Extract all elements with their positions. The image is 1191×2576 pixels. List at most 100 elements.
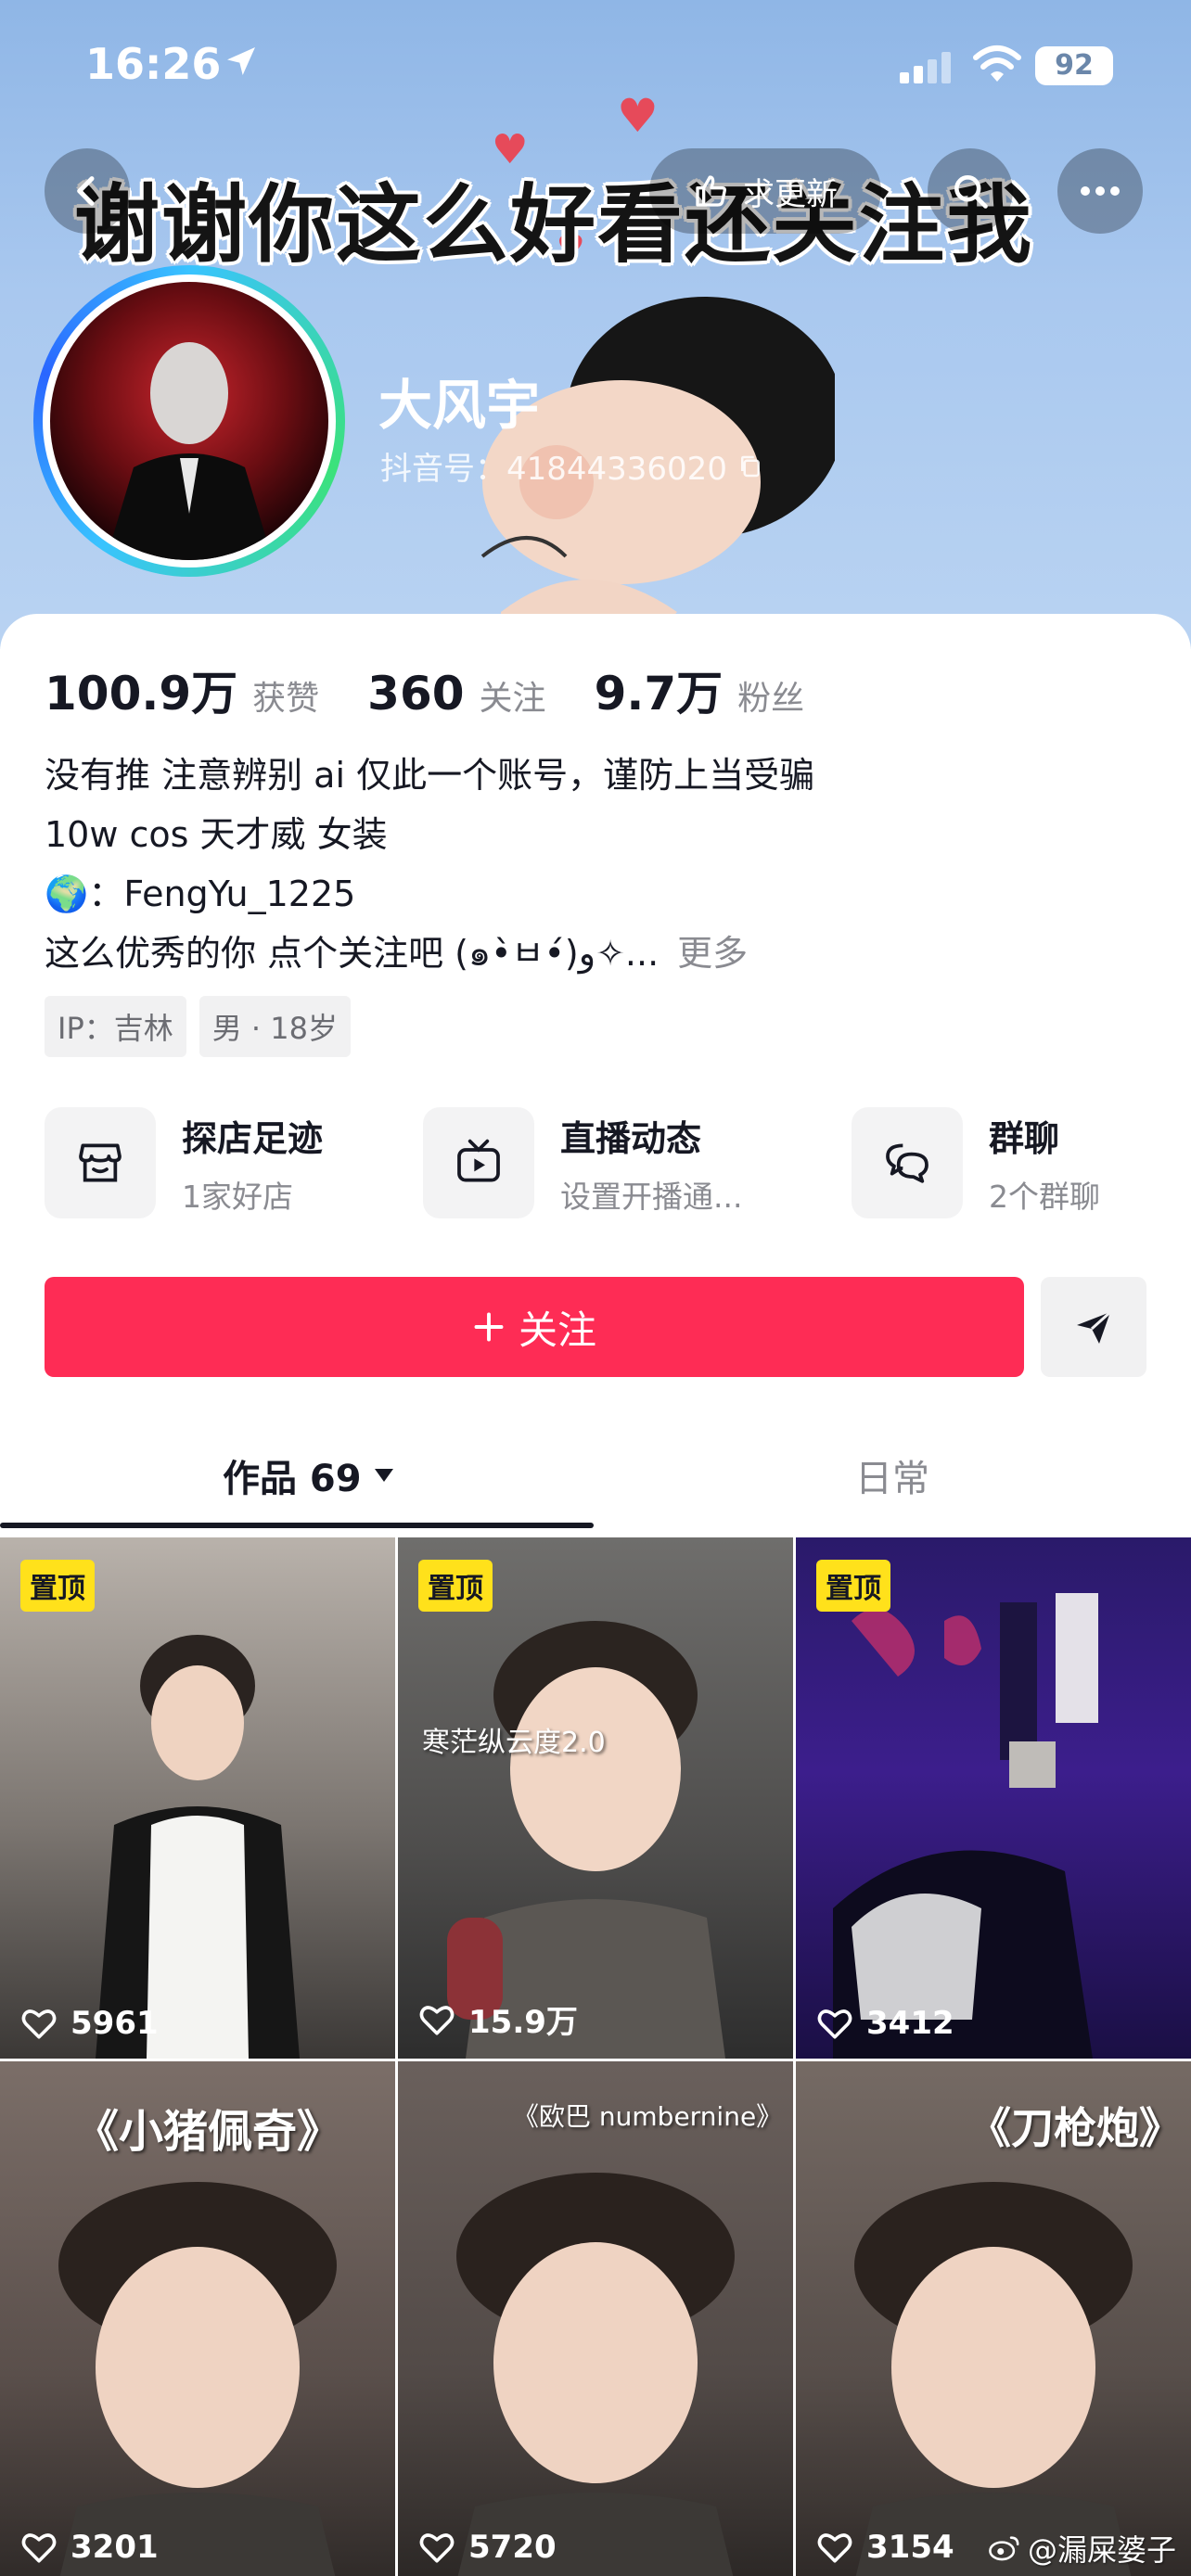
feature-row: 探店足迹 1家好店 直播动态 设置开播通... 群聊 2个群聊: [45, 1107, 1158, 1218]
thumbnail-person: [447, 1621, 725, 2059]
weibo-logo-icon: [989, 2536, 1019, 2561]
stat-followers[interactable]: 9.7万 粉丝: [595, 657, 805, 723]
video-thumbnail[interactable]: 《欧巴 numbernine》 5720: [398, 2061, 793, 2576]
watermark-text: @漏屎婆子: [1027, 2532, 1176, 2568]
copy-icon[interactable]: [736, 453, 764, 480]
plus-icon: [474, 1312, 504, 1342]
chevron-left-icon: [77, 176, 95, 206]
heart-outline-icon: [21, 2533, 57, 2563]
avatar: [50, 282, 328, 560]
profile-card: 100.9万 获赞 360 关注 9.7万 粉丝 没有推 注意辨别 ai 仅此一…: [0, 614, 1191, 2576]
active-tab-indicator: [0, 1523, 594, 1528]
video-thumbnail[interactable]: 《小猪佩奇》 3201: [0, 2061, 395, 2576]
douyin-id: 抖音号：41844336020: [380, 443, 764, 489]
feature-icon-box: [852, 1107, 963, 1218]
video-title: 《小猪佩奇》: [74, 2106, 342, 2158]
feature-title: 群聊: [989, 1117, 1060, 1159]
search-button[interactable]: [928, 148, 1013, 234]
feature-subtitle: 2个群聊: [989, 1178, 1100, 1215]
send-message-button[interactable]: [1041, 1277, 1146, 1377]
stat-value: 360: [367, 667, 465, 721]
tab-works-label: 作品 69: [223, 1458, 362, 1500]
search-icon: [954, 175, 988, 209]
bio-line: 这么优秀的你 点个关注吧 (๑•̀ㅂ•́)و✧...: [45, 933, 660, 974]
thumbnail-person: [854, 2182, 1133, 2576]
request-update-label: 求更新: [743, 175, 838, 213]
profile-tags: IP：吉林 男 · 18岁: [45, 996, 351, 1057]
heart-outline-icon: [817, 2009, 852, 2039]
bio-line: 10w cos 天才威 女装: [45, 814, 388, 855]
back-button[interactable]: [45, 148, 130, 234]
stat-following[interactable]: 360 关注: [367, 667, 545, 721]
video-likes: 3154: [816, 2529, 954, 2566]
follow-button[interactable]: 关注: [45, 1277, 1024, 1377]
video-likes-count: 15.9万: [468, 2004, 578, 2041]
avatar-ring[interactable]: [33, 265, 345, 577]
pinned-badge: 置顶: [418, 1560, 493, 1612]
feature-subtitle: 设置开播通...: [560, 1178, 743, 1215]
video-likes-count: 5720: [468, 2529, 557, 2566]
heart-outline-icon: [817, 2533, 852, 2563]
stat-likes[interactable]: 100.9万 获赞: [45, 657, 319, 723]
battery-indicator: 92: [1035, 46, 1113, 85]
avatar-figure: [106, 342, 273, 560]
status-time: 16:26: [85, 39, 222, 89]
bio-more-link[interactable]: 更多: [677, 933, 748, 974]
feature-title: 直播动态: [560, 1117, 702, 1159]
video-likes: 5961: [20, 2005, 159, 2042]
pinned-badge: 置顶: [816, 1560, 890, 1612]
feature-text: 群聊 2个群聊: [989, 1110, 1100, 1217]
location-arrow-icon: [227, 47, 255, 75]
video-title: 《刀枪炮》: [968, 2103, 1182, 2153]
store-icon: [79, 1143, 122, 1182]
video-title: 《欧巴 numbernine》: [513, 2101, 783, 2132]
request-update-button[interactable]: 求更新: [649, 148, 881, 234]
more-button[interactable]: [1057, 148, 1143, 234]
stat-value: 100.9万: [45, 667, 238, 721]
more-dots-icon: [1081, 186, 1120, 196]
feature-icon-box: [423, 1107, 534, 1218]
chat-bubbles-icon: [886, 1143, 928, 1183]
video-thumbnail[interactable]: 《刀枪炮》 3154 @漏屎婆子: [796, 2061, 1191, 2576]
status-bar: 16:26 92: [0, 0, 1191, 130]
wifi-icon: [973, 45, 1021, 82]
thumbnail-person: [58, 2182, 337, 2576]
video-likes: 3201: [20, 2529, 159, 2566]
bio-line: 没有推 注意辨别 ai 仅此一个账号，谨防上当受骗: [45, 755, 815, 796]
profile-name: 大风宇: [378, 374, 541, 437]
stats-row: 100.9万 获赞 360 关注 9.7万 粉丝: [45, 657, 852, 723]
video-likes: 5720: [418, 2529, 557, 2566]
feature-icon-box: [45, 1107, 156, 1218]
video-thumbnail[interactable]: 置顶 寒茫纵云度2.0 15.9万: [398, 1537, 793, 2059]
stat-value: 9.7万: [594, 667, 724, 721]
heart-outline-icon: [21, 2009, 57, 2039]
feature-title: 探店足迹: [182, 1117, 324, 1159]
feature-live-updates[interactable]: 直播动态 设置开播通...: [423, 1107, 742, 1218]
watermark: @漏屎婆子: [989, 2527, 1176, 2570]
signal-icon: [900, 52, 951, 83]
video-likes-count: 3154: [866, 2529, 954, 2566]
video-likes-count: 3201: [70, 2529, 159, 2566]
heart-outline-icon: [419, 2533, 455, 2563]
gender-age-tag: 男 · 18岁: [198, 996, 351, 1057]
video-grid: 置顶 5961 置顶 寒茫纵云度2.0 15.9万 置顶 3412 《小猪佩奇》…: [0, 1537, 1191, 2576]
stat-label: 粉丝: [737, 680, 805, 718]
douyin-id-text: 抖音号：41844336020: [380, 451, 727, 488]
feature-shop-visits[interactable]: 探店足迹 1家好店: [45, 1107, 323, 1218]
content-tabs: 作品 69 日常: [0, 1428, 1191, 1530]
thumbnail-person: [456, 2173, 735, 2576]
thumbs-up-icon: [696, 175, 726, 207]
pinned-badge: 置顶: [20, 1560, 95, 1612]
thumbnail-scene: [833, 1593, 1098, 2059]
video-likes: 3412: [816, 2005, 954, 2042]
tv-icon: [457, 1139, 500, 1182]
video-likes-count: 5961: [70, 2005, 159, 2042]
tab-daily[interactable]: 日常: [855, 1448, 929, 1502]
feature-group-chat[interactable]: 群聊 2个群聊: [852, 1107, 1100, 1218]
stat-label: 关注: [479, 680, 546, 718]
bio-line: 🌍：FengYu_1225: [45, 874, 356, 914]
video-thumbnail[interactable]: 置顶 3412: [796, 1537, 1191, 2059]
tab-works[interactable]: 作品 69: [223, 1448, 395, 1502]
caret-down-icon: [374, 1469, 393, 1482]
video-thumbnail[interactable]: 置顶 5961: [0, 1537, 395, 2059]
